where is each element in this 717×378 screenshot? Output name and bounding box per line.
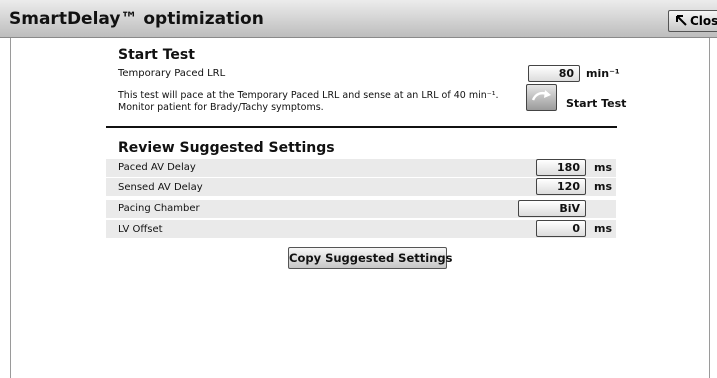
sensed-av-delay-field[interactable]: 120 <box>536 178 586 195</box>
copy-suggested-settings-button[interactable]: Copy Suggested Settings <box>288 247 452 269</box>
start-arrow-icon <box>531 90 551 101</box>
temp-paced-lrl-unit: min⁻¹ <box>586 67 620 80</box>
close-button[interactable]: Close <box>668 10 717 32</box>
lv-offset-field[interactable]: 0 <box>536 220 586 237</box>
pacing-chamber-label: Pacing Chamber <box>118 203 200 214</box>
temp-paced-lrl-label: Temporary Paced LRL <box>118 68 226 79</box>
lv-offset-label: LV Offset <box>118 224 163 235</box>
start-test-button[interactable] <box>526 84 557 111</box>
start-test-heading: Start Test <box>118 47 195 63</box>
paced-av-delay-label: Paced AV Delay <box>118 162 196 173</box>
close-button-label: Close <box>690 14 717 28</box>
pacing-chamber-field[interactable]: BiV <box>518 200 586 217</box>
section-divider <box>106 126 617 128</box>
paced-av-delay-unit: ms <box>594 161 613 174</box>
title-bar: SmartDelay™ optimization Close <box>0 0 717 38</box>
lv-offset-unit: ms <box>594 222 613 235</box>
temp-paced-lrl-field[interactable]: 80 <box>528 65 580 82</box>
sensed-av-delay-label: Sensed AV Delay <box>118 182 203 193</box>
review-heading: Review Suggested Settings <box>118 140 335 156</box>
sensed-av-delay-unit: ms <box>594 180 613 193</box>
paced-av-delay-field[interactable]: 180 <box>536 159 586 176</box>
start-test-label[interactable]: Start Test <box>566 97 626 110</box>
close-arrow-icon <box>676 15 687 26</box>
window-title: SmartDelay™ optimization <box>9 9 264 29</box>
test-description-line2: Monitor patient for Brady/Tachy symptoms… <box>118 102 324 113</box>
test-description-line1: This test will pace at the Temporary Pac… <box>118 90 499 101</box>
